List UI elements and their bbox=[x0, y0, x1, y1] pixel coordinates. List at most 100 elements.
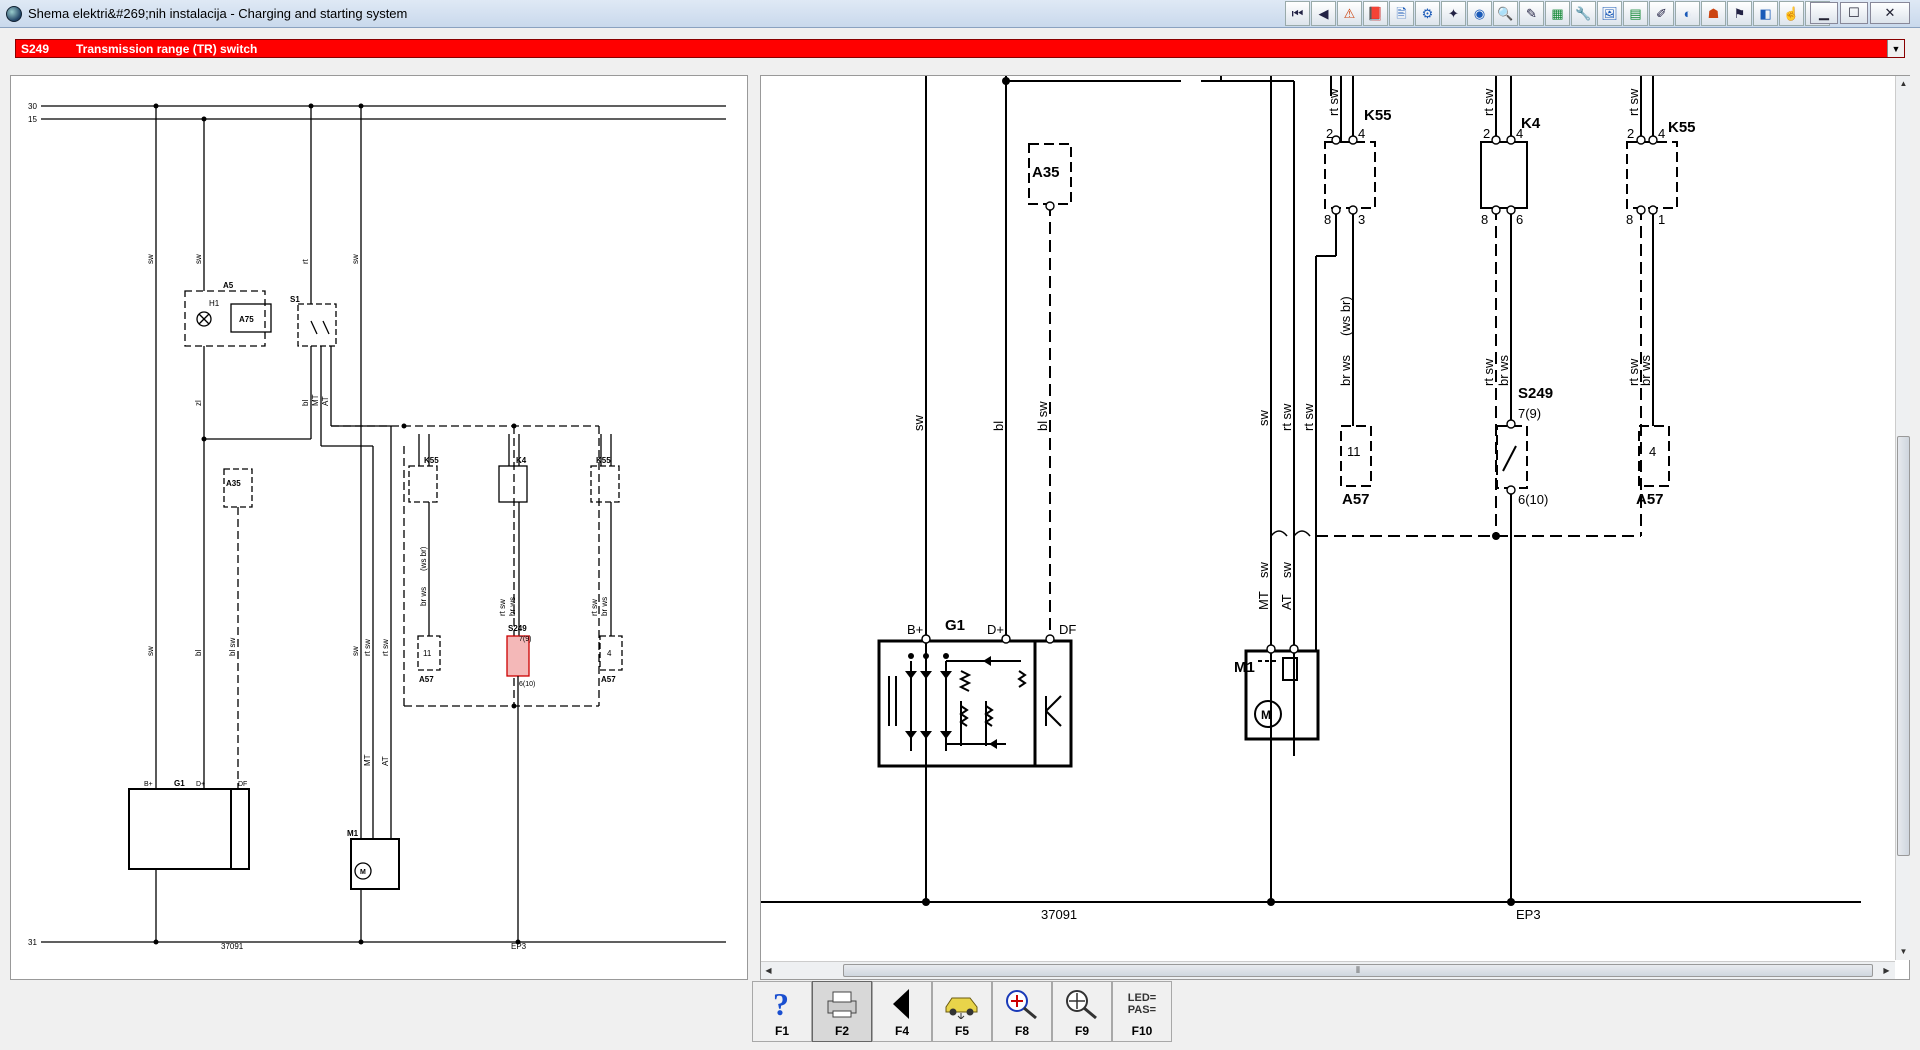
maximize-button[interactable]: ☐ bbox=[1840, 2, 1868, 24]
image-icon[interactable]: 🖼 bbox=[1597, 1, 1622, 26]
component-code: S249 bbox=[21, 41, 50, 56]
minimize-button[interactable]: ▁ bbox=[1810, 2, 1838, 24]
wire-wsbr-label: (ws br) bbox=[1338, 296, 1353, 336]
component-dropdown[interactable]: S249 Transmission range (TR) switch ▼ bbox=[15, 39, 1905, 58]
globe-icon[interactable]: ◉ bbox=[1467, 1, 1492, 26]
f4-back-button[interactable]: F4 bbox=[872, 981, 932, 1042]
rail-30-label: 30 bbox=[28, 102, 37, 111]
g1-df: DF bbox=[1059, 622, 1076, 637]
wire-rtsw-label: rt sw bbox=[1626, 88, 1641, 116]
scroll-down-icon[interactable]: ▼ bbox=[1896, 944, 1911, 959]
pin-6-label: 6 bbox=[1516, 212, 1523, 227]
paint-icon[interactable]: ✐ bbox=[1649, 1, 1674, 26]
wire-mt-label: MT bbox=[311, 394, 320, 406]
ground-37091-label: 37091 bbox=[1041, 907, 1077, 922]
pin-1-label: 1 bbox=[1658, 212, 1665, 227]
document-icon[interactable]: 🖹 bbox=[1389, 1, 1414, 26]
wire-sw-label: sw bbox=[146, 254, 155, 264]
pin-8-label: 8 bbox=[1626, 212, 1633, 227]
m1-label: M1 bbox=[1234, 659, 1255, 676]
wire-rtsw-label: rt sw bbox=[1481, 358, 1496, 386]
wire-at-label: AT bbox=[381, 756, 390, 766]
wire-at-label: AT bbox=[321, 396, 330, 406]
a57b-label: A57 bbox=[601, 675, 616, 684]
chevron-down-icon[interactable]: ▼ bbox=[1887, 40, 1904, 57]
s249-top-pin: 7(9) bbox=[519, 636, 531, 643]
wire-rtsw-label: rt sw bbox=[498, 599, 507, 616]
pencil-icon[interactable]: ✎ bbox=[1519, 1, 1544, 26]
pin-4-label: 4 bbox=[1358, 126, 1365, 141]
wire-rtsw-label: rt sw bbox=[1279, 403, 1294, 431]
wire-sw-label: sw bbox=[911, 415, 926, 432]
wire-sw-label: sw bbox=[1256, 562, 1271, 579]
f5-vehicle-button[interactable]: F5 bbox=[932, 981, 992, 1042]
pin-2-label: 2 bbox=[1326, 126, 1333, 141]
horizontal-scrollbar[interactable]: ◀ ⦀ ▶ bbox=[761, 961, 1895, 979]
ground-ep3-label: EP3 bbox=[1516, 907, 1541, 922]
g1-bplus: B+ bbox=[907, 622, 923, 637]
k55a-label: K55 bbox=[1364, 107, 1392, 124]
wire-mt-label: MT bbox=[1256, 591, 1271, 610]
vertical-scroll-thumb[interactable] bbox=[1897, 436, 1910, 856]
led-pass-icon: LED= PAS= bbox=[1127, 992, 1157, 1016]
wire-bl-label: bl bbox=[301, 400, 310, 406]
a35-label: A35 bbox=[226, 479, 241, 488]
a35-label: A35 bbox=[1032, 164, 1060, 181]
f2-print-button[interactable]: F2 bbox=[812, 981, 872, 1042]
settings-icon[interactable]: ⚑ bbox=[1727, 1, 1752, 26]
a57b-pin: 4 bbox=[607, 649, 612, 658]
detail-diagram-pane[interactable]: A35 K55 K4 K55 11 4 A57 A57 S249 7(9) 6(… bbox=[760, 75, 1910, 980]
f1-help-button[interactable]: ? F1 bbox=[752, 981, 812, 1042]
k4-label: K4 bbox=[516, 456, 527, 465]
wire-at-label: AT bbox=[1279, 594, 1294, 610]
k55a-label: K55 bbox=[424, 456, 439, 465]
wire-sw-label: sw bbox=[1279, 562, 1294, 579]
f8-zoom-diagram-button[interactable]: F8 bbox=[992, 981, 1052, 1042]
window-title: Shema elektri&#269;nih instalacija - Cha… bbox=[28, 6, 408, 21]
m1-label: M1 bbox=[347, 829, 359, 838]
warning-icon[interactable]: ⚠ bbox=[1337, 1, 1362, 26]
horizontal-scroll-thumb[interactable]: ⦀ bbox=[843, 964, 1873, 977]
hand-icon[interactable]: ☝ bbox=[1779, 1, 1804, 26]
scroll-up-icon[interactable]: ▲ bbox=[1896, 76, 1911, 91]
ground-37091-label: 37091 bbox=[221, 942, 244, 951]
close-button[interactable]: ✕ bbox=[1870, 2, 1910, 24]
vertical-scrollbar[interactable]: ▲ ▼ bbox=[1895, 76, 1910, 960]
wire-brws-label: br ws bbox=[419, 587, 428, 606]
a57b-label: A57 bbox=[1636, 491, 1664, 508]
car-icon bbox=[933, 986, 991, 1022]
table-icon[interactable]: ▤ bbox=[1623, 1, 1648, 26]
pin-icon[interactable]: ◧ bbox=[1753, 1, 1778, 26]
f9-zoom-button[interactable]: F9 bbox=[1052, 981, 1112, 1042]
search-icon[interactable]: 🔍 bbox=[1493, 1, 1518, 26]
wire-bl-label: bl bbox=[991, 421, 1006, 431]
g1-df: DF bbox=[238, 781, 247, 788]
tool-icon[interactable]: 🔧 bbox=[1571, 1, 1596, 26]
wire-sw-label: sw bbox=[351, 254, 360, 264]
camera-icon[interactable]: ◐ bbox=[1675, 1, 1700, 26]
title-bar: Shema elektri&#269;nih instalacija - Cha… bbox=[0, 0, 1920, 28]
wire-rtsw-label: rt sw bbox=[590, 599, 599, 616]
wire-zl-label: zl bbox=[194, 400, 203, 406]
prev-page-icon[interactable]: ◀ bbox=[1311, 1, 1336, 26]
warning-lamp-icon[interactable]: ☗ bbox=[1701, 1, 1726, 26]
a75-label: A75 bbox=[239, 315, 254, 324]
book-icon[interactable]: 📕 bbox=[1363, 1, 1388, 26]
wire-brws-label: br ws bbox=[1496, 354, 1511, 386]
overview-diagram: 30 15 31 A5 A75 H1 S1 A35 K55 K4 K55 S24… bbox=[28, 102, 726, 951]
puzzle-icon[interactable]: ✦ bbox=[1441, 1, 1466, 26]
f10-led-pass-button[interactable]: LED= PAS= F10 bbox=[1112, 981, 1172, 1042]
gear-icon[interactable]: ⚙ bbox=[1415, 1, 1440, 26]
scroll-left-icon[interactable]: ◀ bbox=[761, 963, 776, 978]
a57a-label: A57 bbox=[1342, 491, 1370, 508]
k55b-label: K55 bbox=[596, 456, 611, 465]
scroll-right-icon[interactable]: ▶ bbox=[1879, 963, 1894, 978]
first-page-icon[interactable]: ⏮ bbox=[1285, 1, 1310, 26]
wire-brws-label: br ws bbox=[508, 597, 517, 616]
pin-4-label: 4 bbox=[1658, 126, 1665, 141]
app-icon[interactable] bbox=[6, 6, 22, 22]
motor-symbol: M bbox=[360, 869, 366, 876]
motor-symbol: M bbox=[1261, 708, 1271, 722]
overview-diagram-pane[interactable]: 30 15 31 A5 A75 H1 S1 A35 K55 K4 K55 S24… bbox=[10, 75, 748, 980]
grid-icon[interactable]: ▦ bbox=[1545, 1, 1570, 26]
